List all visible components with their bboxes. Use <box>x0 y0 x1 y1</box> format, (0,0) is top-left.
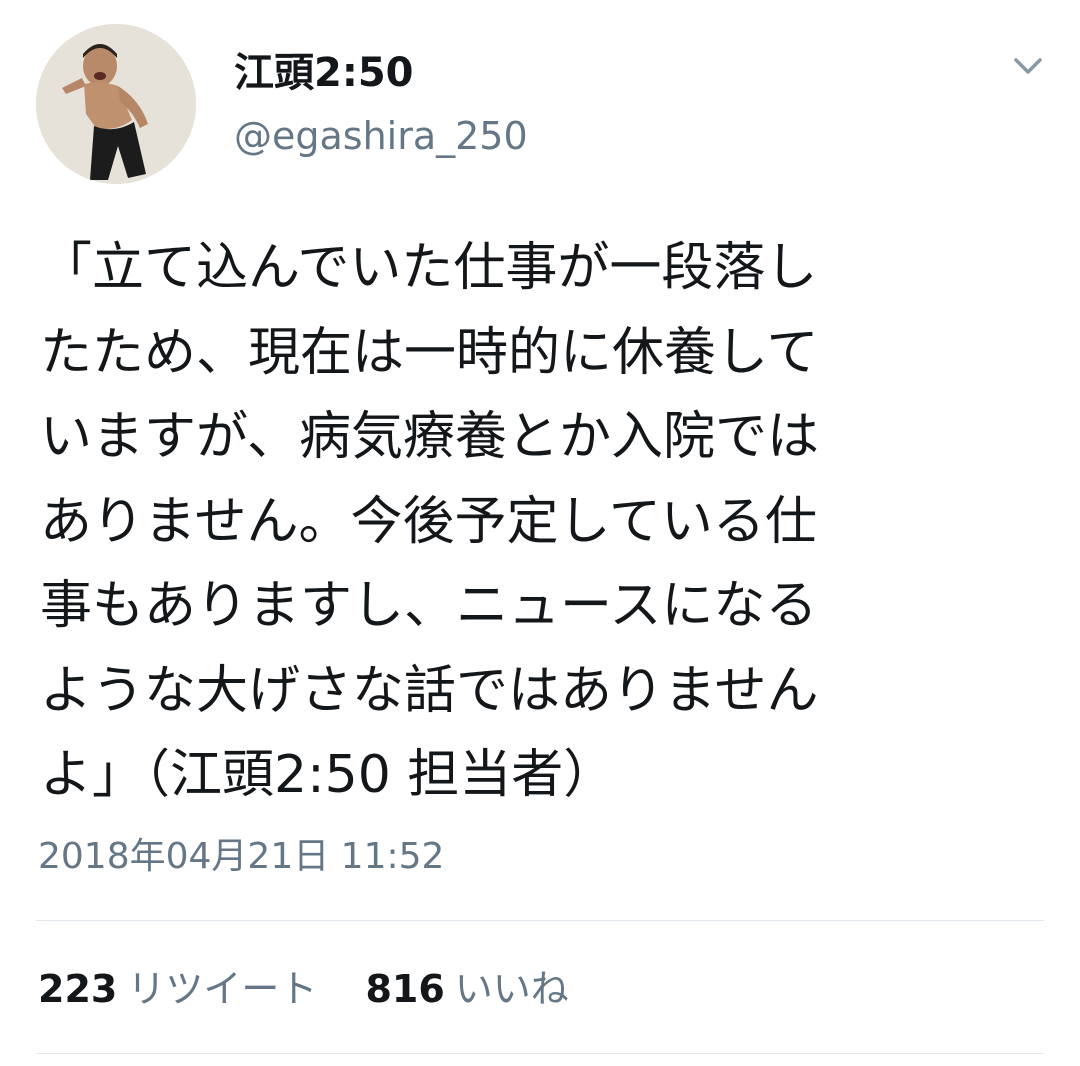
tweet-text-line: ような大げさな話ではありません <box>40 660 819 721</box>
tweet-text-line: 「立て込んでいた仕事が一段落し <box>40 238 818 298</box>
retweet-count: 223 <box>38 967 118 1011</box>
tweet-text-line: 事もありますし、ニュースになる <box>40 576 818 636</box>
divider <box>36 1053 1044 1054</box>
tweet-text: 「立て込んでいた仕事が一段落し たため、現在は一時的に休養して いますが、病気療… <box>40 226 1050 818</box>
tweet-text-line: たため、現在は一時的に休養して <box>40 322 819 383</box>
author-handle[interactable]: @egashira_250 <box>234 112 528 160</box>
tweet-card: 江頭2:50 @egashira_250 「立て込んでいた仕事が一段落し たため… <box>0 0 1080 1066</box>
chevron-down-icon[interactable] <box>1004 46 1052 86</box>
retweet-count-link[interactable]: 223 リツイート <box>38 964 317 1014</box>
divider <box>36 920 1044 921</box>
profile-photo-icon <box>36 24 196 184</box>
tweet-stats: 223 リツイート 816 いいね <box>38 964 569 1014</box>
like-count: 816 <box>365 967 445 1011</box>
tweet-text-line: ありません。今後予定している仕 <box>40 491 817 552</box>
tweet-text-line: いますが、病気療養とか入院では <box>40 407 819 467</box>
avatar[interactable] <box>36 24 196 184</box>
like-label: いいね <box>454 967 569 1011</box>
like-count-link[interactable]: 816 いいね <box>365 964 568 1014</box>
tweet-timestamp[interactable]: 2018年04月21日 11:52 <box>38 834 444 880</box>
retweet-label: リツイート <box>127 967 318 1011</box>
author-display-name[interactable]: 江頭2:50 <box>234 48 414 98</box>
tweet-text-line: よ」（江頭2:50 担当者） <box>40 745 616 805</box>
